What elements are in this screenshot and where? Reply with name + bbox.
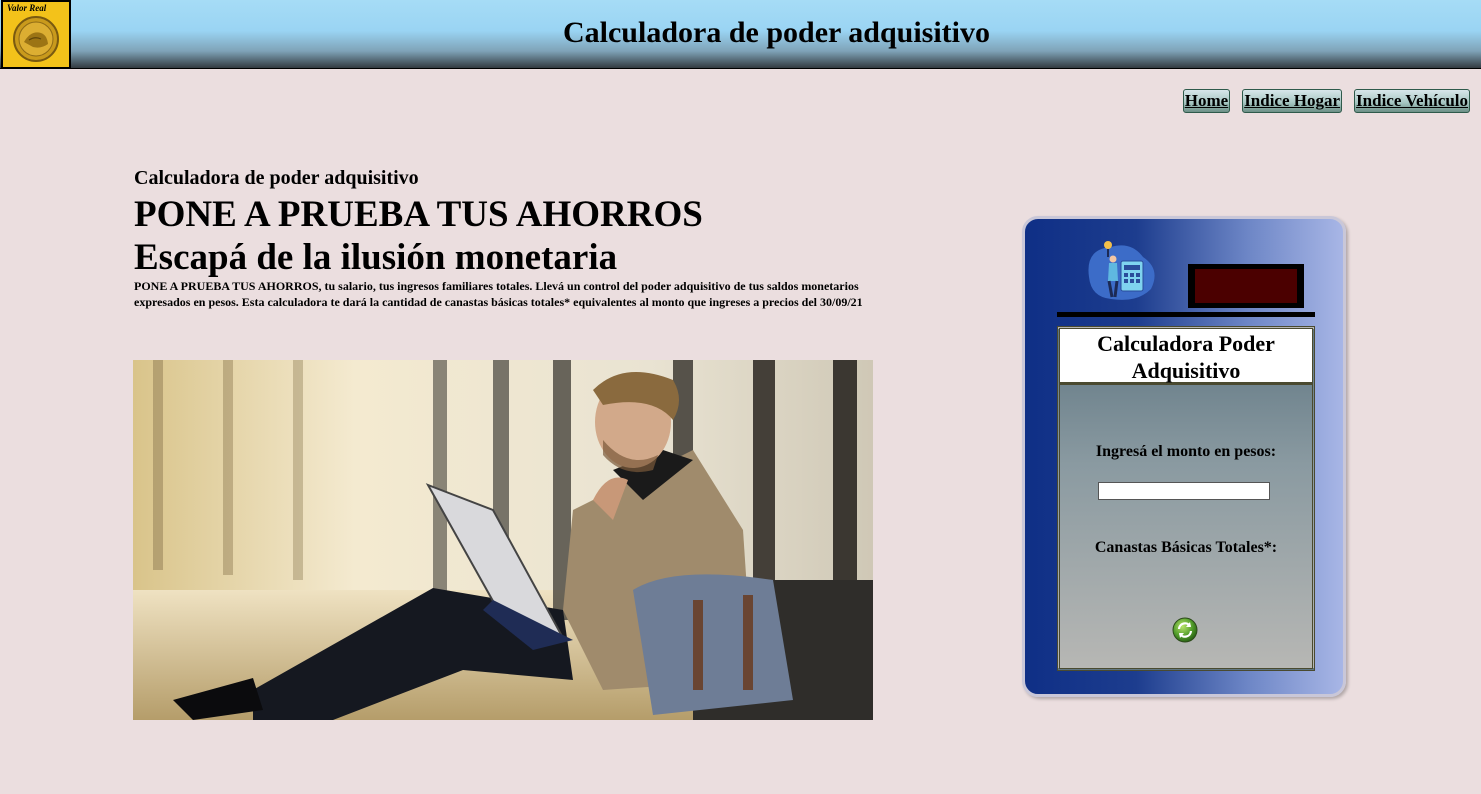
calculator-title: Calculadora Poder Adquisitivo: [1060, 329, 1312, 385]
logo[interactable]: Valor Real: [1, 0, 71, 69]
calculator-display-value: [1195, 269, 1297, 303]
nav-indice-vehiculo-button[interactable]: Indice Vehículo: [1354, 89, 1470, 113]
result-label: Canastas Básicas Totales*:: [1094, 539, 1278, 556]
gold-coin-logo: Valor Real: [3, 2, 69, 67]
top-nav: Home Indice Hogar Indice Vehículo: [1182, 89, 1470, 113]
intro-headline: PONE A PRUEBA TUS AHORROS: [134, 194, 703, 235]
nav-indice-hogar-button[interactable]: Indice Hogar: [1242, 89, 1343, 113]
header-title: Calculadora de poder adquisitivo: [562, 16, 991, 49]
calculator-display: [1188, 264, 1304, 308]
calculator-panel: Calculadora Poder Adquisitivo Ingresá el…: [1057, 326, 1315, 671]
calculator-divider: [1057, 312, 1315, 317]
hero-photo: [133, 360, 873, 720]
person-calculator-illustration: [1088, 241, 1155, 300]
amount-input[interactable]: [1098, 482, 1270, 500]
nav-home-button[interactable]: Home: [1182, 89, 1231, 113]
intro-subheadline: Escapá de la ilusión monetaria: [134, 237, 618, 278]
intro-description: PONE A PRUEBA TUS AHORROS, tu salario, t…: [134, 279, 863, 309]
refresh-icon[interactable]: [1172, 617, 1198, 643]
page: Valor Real Calculadora de poder adquisit…: [0, 0, 1481, 794]
amount-label: Ingresá el monto en pesos:: [1095, 443, 1277, 460]
header-bar: Valor Real Calculadora de poder adquisit…: [0, 0, 1481, 69]
calculator-widget: Calculadora Poder Adquisitivo Ingresá el…: [1022, 216, 1346, 697]
intro-kicker: Calculadora de poder adquisitivo: [134, 167, 419, 189]
logo-text: Valor Real: [7, 3, 47, 13]
